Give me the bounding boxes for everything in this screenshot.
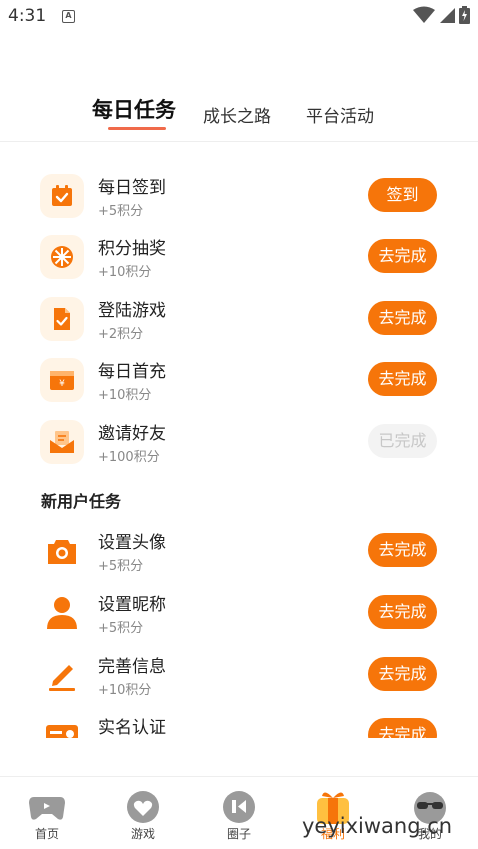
- nav-item-games[interactable]: 游戏: [108, 777, 178, 849]
- tab-platform-events[interactable]: 平台活动: [306, 102, 374, 127]
- nav-label: 游戏: [130, 827, 155, 841]
- nav-item-circle[interactable]: 圈子: [204, 777, 274, 849]
- camera-icon: [40, 529, 84, 573]
- task-login-game: 登陆游戏 +2积分 去完成: [0, 292, 478, 352]
- task-title: 完善信息: [98, 657, 166, 677]
- completed-badge: 已完成: [368, 424, 437, 458]
- document-check-icon: [40, 297, 84, 341]
- status-bar: 4:31 A: [0, 0, 478, 34]
- signal-icon: [440, 8, 455, 23]
- task-points: +10积分: [98, 265, 152, 280]
- notification-icon: A: [62, 10, 75, 23]
- status-icons: [413, 6, 470, 24]
- invite-envelope-icon: [40, 420, 84, 464]
- go-complete-button[interactable]: 去完成: [368, 595, 437, 629]
- pencil-icon: [40, 653, 84, 697]
- task-invite-friends: 邀请好友 +100积分 已完成: [0, 415, 478, 475]
- battery-icon: [459, 6, 470, 24]
- svg-text:¥: ¥: [59, 379, 65, 389]
- task-points: +10积分: [98, 388, 152, 403]
- task-daily-checkin: 每日签到 +5积分 签到: [0, 169, 478, 229]
- status-time: 4:31: [8, 6, 47, 26]
- task-title: 设置昵称: [98, 595, 166, 615]
- tab-daily-tasks[interactable]: 每日任务: [92, 94, 176, 124]
- tab-bar: 每日任务 成长之路 平台活动: [0, 96, 478, 142]
- chat-bubble-icon: [220, 789, 258, 827]
- watermark: yeyixiwang.cn: [302, 814, 453, 838]
- nav-label: 圈子: [226, 827, 251, 841]
- nav-item-welfare[interactable]: 福利: [298, 777, 368, 849]
- task-set-avatar: 设置头像 +5积分 去完成: [0, 524, 478, 584]
- heart-bubble-icon: [124, 789, 162, 827]
- task-title: 设置头像: [98, 533, 166, 553]
- task-title: 每日签到: [98, 178, 166, 198]
- task-points: +2积分: [98, 327, 144, 342]
- checkin-button[interactable]: 签到: [368, 178, 437, 212]
- go-complete-button[interactable]: 去完成: [368, 239, 437, 273]
- task-title: 每日首充: [98, 362, 166, 382]
- task-points: +5积分: [98, 204, 144, 219]
- task-title: 积分抽奖: [98, 239, 166, 259]
- nav-label: 首页: [34, 827, 59, 841]
- wallet-yen-icon: ¥: [40, 358, 84, 402]
- task-complete-info: 完善信息 +10积分 去完成: [0, 648, 478, 708]
- section-title-new-user: 新用户任务: [41, 492, 122, 511]
- task-real-name-verification: 实名认证 去完成: [0, 709, 478, 738]
- go-complete-button[interactable]: 去完成: [368, 362, 437, 396]
- task-points: +5积分: [98, 559, 144, 574]
- nav-item-mine[interactable]: 我的: [395, 777, 465, 849]
- nav-item-home[interactable]: 首页: [12, 777, 82, 849]
- user-icon: [40, 591, 84, 635]
- lottery-wheel-icon: [40, 235, 84, 279]
- calendar-check-icon: [40, 174, 84, 218]
- task-set-nickname: 设置昵称 +5积分 去完成: [0, 586, 478, 646]
- go-complete-button[interactable]: 去完成: [368, 657, 437, 691]
- go-complete-button[interactable]: 去完成: [368, 718, 437, 738]
- task-points: +5积分: [98, 621, 144, 636]
- tab-active-indicator: [108, 127, 166, 130]
- tab-growth-path[interactable]: 成长之路: [203, 102, 271, 127]
- go-complete-button[interactable]: 去完成: [368, 533, 437, 567]
- task-daily-first-recharge: ¥ 每日首充 +10积分 去完成: [0, 353, 478, 413]
- task-title: 登陆游戏: [98, 301, 166, 321]
- task-points: +10积分: [98, 683, 152, 698]
- bottom-nav: 首页 游戏 圈子 福利 我的: [0, 776, 478, 849]
- task-title: 实名认证: [98, 718, 166, 738]
- wifi-icon: [413, 6, 435, 23]
- id-card-icon: [40, 714, 84, 738]
- gamepad-icon: [28, 789, 66, 827]
- task-points-lottery: 积分抽奖 +10积分 去完成: [0, 230, 478, 290]
- task-list[interactable]: 每日签到 +5积分 签到 积分抽奖 +10积分 去完成 登陆游戏 +2积分 去完…: [0, 142, 478, 738]
- task-points: +100积分: [98, 450, 160, 465]
- go-complete-button[interactable]: 去完成: [368, 301, 437, 335]
- task-title: 邀请好友: [98, 424, 166, 444]
